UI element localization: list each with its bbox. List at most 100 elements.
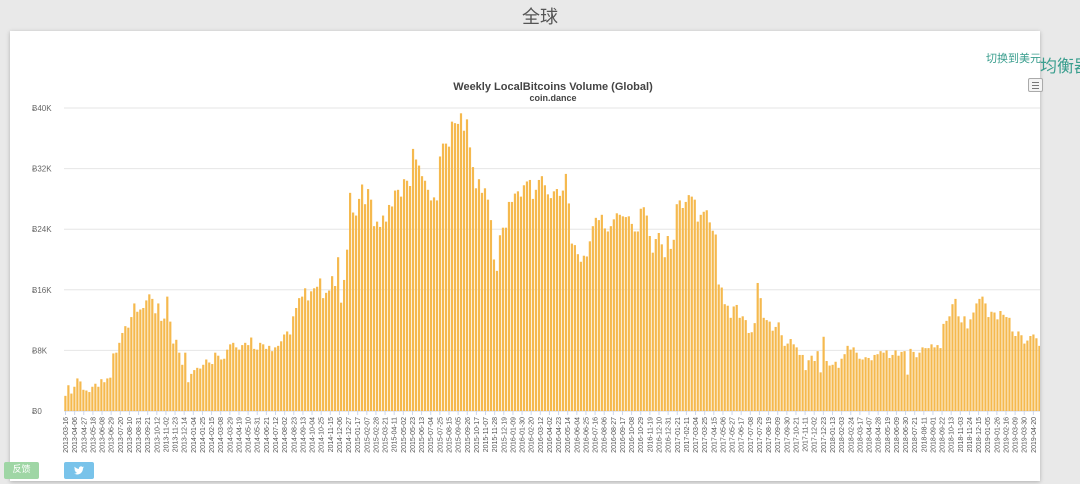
bar <box>768 321 771 411</box>
x-tick-label: 2015-08-15 <box>446 417 453 453</box>
bar <box>184 352 187 411</box>
x-tick-label: 2016-10-29 <box>638 417 645 453</box>
bar <box>483 188 487 411</box>
bar <box>966 328 969 411</box>
x-tick-label: 2017-09-09 <box>775 417 782 453</box>
x-tick-label: 2018-09-01 <box>930 417 937 453</box>
bar <box>735 304 738 411</box>
bar <box>618 214 621 411</box>
bar <box>651 252 654 411</box>
x-tick-label: 2017-12-23 <box>821 417 828 453</box>
bar <box>963 316 966 411</box>
bar <box>693 199 696 411</box>
bar <box>552 191 555 411</box>
bar <box>516 191 520 411</box>
bar <box>555 189 558 411</box>
x-tick-label: 2018-05-19 <box>885 417 892 453</box>
bar <box>762 317 765 411</box>
x-tick-label: 2013-11-23 <box>173 417 180 452</box>
bar <box>1026 340 1029 411</box>
twitter-share-button[interactable] <box>64 462 94 479</box>
bar <box>97 386 100 411</box>
bar <box>930 344 933 411</box>
x-tick-label: 2016-04-02 <box>547 417 554 453</box>
bar <box>214 352 217 411</box>
bar <box>235 347 238 411</box>
bar <box>795 347 798 411</box>
chart-menu-button[interactable] <box>1028 78 1043 92</box>
bar <box>402 179 406 411</box>
bar <box>94 383 97 411</box>
bar <box>792 344 795 411</box>
bar <box>849 349 852 411</box>
x-tick-label: 2014-08-23 <box>291 417 298 453</box>
bar <box>211 364 214 411</box>
bar <box>384 221 388 411</box>
bar <box>771 330 774 411</box>
bar <box>468 147 472 411</box>
x-tick-label: 2015-05-02 <box>401 417 408 453</box>
bar <box>801 354 804 411</box>
bar <box>816 351 819 411</box>
x-tick-label: 2017-02-11 <box>684 417 691 452</box>
bar <box>567 203 570 411</box>
bar <box>337 257 340 411</box>
x-tick-label: 2017-11-11 <box>803 417 810 452</box>
bar <box>223 358 226 411</box>
bar <box>220 359 223 411</box>
bar <box>163 318 166 411</box>
bar <box>588 241 591 411</box>
x-tick-label: 2015-11-28 <box>492 417 499 452</box>
bar <box>663 257 666 411</box>
bar <box>759 298 762 411</box>
bar <box>459 113 463 412</box>
x-tick-label: 2013-04-06 <box>72 417 79 453</box>
x-tick-label: 2015-03-21 <box>383 417 390 453</box>
bar <box>978 298 981 411</box>
x-tick-label: 2015-07-04 <box>428 417 435 453</box>
bar <box>621 216 624 411</box>
bar <box>933 347 936 411</box>
bar <box>136 311 139 411</box>
bar <box>993 312 996 411</box>
bar <box>160 320 163 411</box>
feedback-button[interactable]: 反馈 <box>4 462 39 479</box>
x-tick-label: 2014-07-12 <box>273 417 280 453</box>
bar <box>624 217 627 411</box>
bar <box>612 219 615 411</box>
x-tick-label: 2018-02-03 <box>839 417 846 453</box>
bar <box>858 358 861 411</box>
bar <box>540 176 544 411</box>
bar <box>298 298 301 411</box>
bar <box>957 316 960 411</box>
x-tick-label: 2017-08-19 <box>766 417 773 453</box>
bar <box>420 176 424 411</box>
bar <box>229 344 232 411</box>
bar <box>807 360 810 411</box>
bar <box>178 352 181 411</box>
bar <box>426 189 430 411</box>
bar <box>819 372 822 411</box>
switch-to-usd-link[interactable]: 切换到美元 <box>986 50 1041 66</box>
bar <box>840 358 843 411</box>
bar <box>579 261 582 411</box>
bar <box>510 201 514 411</box>
bar <box>855 352 858 411</box>
bar <box>984 303 987 411</box>
bar <box>417 165 421 411</box>
bar <box>738 317 741 411</box>
bar <box>810 355 813 411</box>
bar <box>139 309 142 411</box>
x-tick-label: 2019-01-26 <box>994 417 1001 453</box>
bar <box>972 312 975 411</box>
x-tick-label: 2016-09-17 <box>620 417 627 453</box>
bar <box>945 320 948 411</box>
x-tick-label: 2016-03-12 <box>538 417 545 453</box>
bar <box>363 204 367 411</box>
bar <box>780 335 783 411</box>
bar <box>112 353 115 411</box>
bar <box>103 382 106 411</box>
x-tick-label: 2019-02-16 <box>1003 417 1010 453</box>
bar <box>1038 345 1040 411</box>
bar <box>864 357 867 411</box>
